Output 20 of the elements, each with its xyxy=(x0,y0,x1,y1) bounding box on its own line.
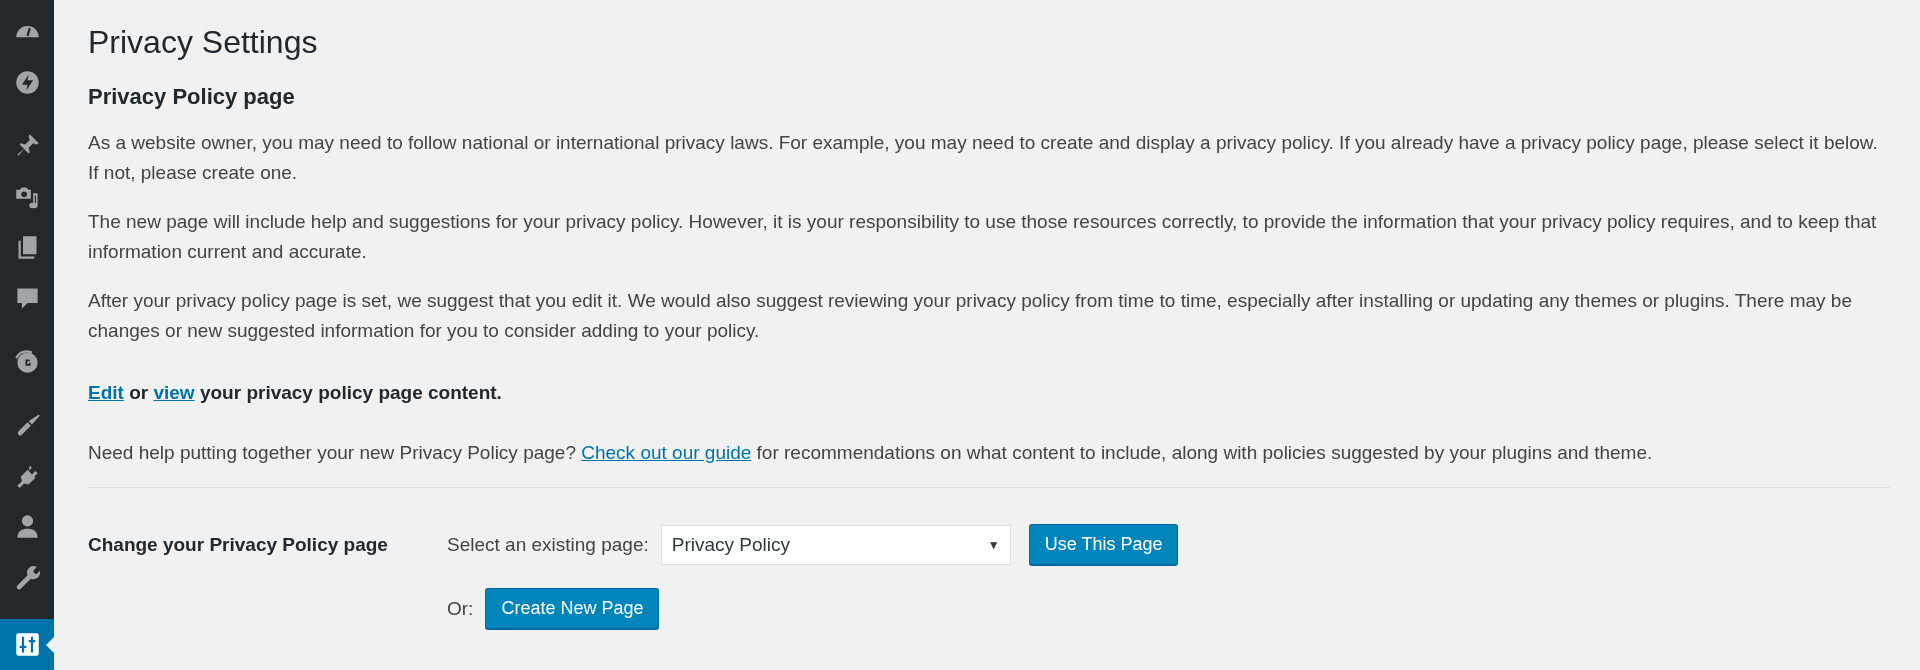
help-sentence: Need help putting together your new Privacy Policy page? Check out our guide for recommendations on what content to include, along with policies suggested by your plugins and theme. xyxy=(88,441,1654,465)
sidebar-item[interactable] xyxy=(0,619,54,670)
text-link[interactable]: view xyxy=(153,382,195,403)
page-dropdown[interactable]: Privacy Policy ▼ xyxy=(660,525,1011,565)
globe-icon xyxy=(13,348,41,375)
or-label: Or: xyxy=(447,598,474,620)
select-label: Select an existing page: xyxy=(447,534,649,556)
field-label: Change your Privacy Policy page xyxy=(88,534,389,556)
bolt-icon xyxy=(13,69,41,96)
paragraph: As a website owner, you may need to follow national or international privacy laws. For example, you may need to create and display a privacy policy. If you already have a privacy policy page, please select it below. If not, please create one. xyxy=(88,131,1879,185)
use-page-button[interactable]: Use This Page xyxy=(1028,524,1179,566)
sliders-icon xyxy=(13,631,41,658)
section-heading: Privacy Policy page xyxy=(88,84,296,110)
page-title: Privacy Settings xyxy=(88,23,319,62)
text-link[interactable]: Check out our guide xyxy=(581,442,752,463)
paragraph: The new page will include help and suggestions for your privacy policy. However, it is your responsibility to use those resources correctly, to provide the information that your privacy policy requires, and to keep that information current and accurate. xyxy=(88,210,1878,264)
edit-sentence: Edit or view your privacy policy page content. xyxy=(88,381,503,405)
create-page-button[interactable]: Create New Page xyxy=(485,588,660,630)
paragraph: After your privacy policy page is set, we suggest that you edit it. We would also suggest reviewing your privacy policy from time to time, especially after installing or updating any themes or plugins. There may be changes or new suggested information for you to consider adding to your policy. xyxy=(88,289,1853,343)
text-link[interactable]: Edit xyxy=(88,382,124,403)
